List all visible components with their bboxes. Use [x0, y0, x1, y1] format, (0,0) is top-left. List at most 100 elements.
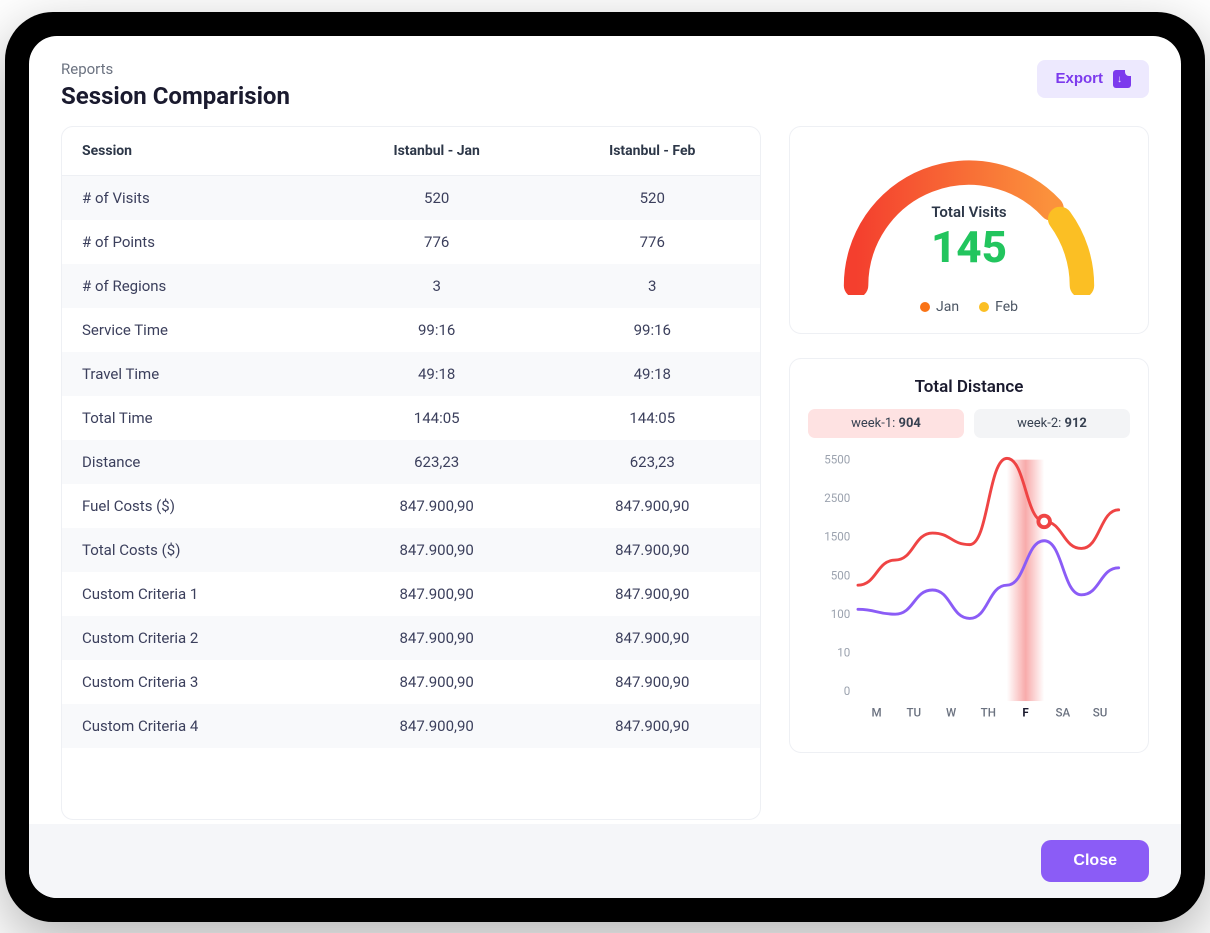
- table-cell: 847.900,90: [545, 484, 760, 528]
- close-button[interactable]: Close: [1041, 840, 1149, 882]
- table-row: Custom Criteria 3847.900,90847.900,90: [62, 660, 760, 704]
- chip-week-2[interactable]: week-2: 912: [974, 409, 1130, 438]
- gauge-legend: Jan Feb: [808, 299, 1130, 315]
- table-row: Custom Criteria 2847.900,90847.900,90: [62, 616, 760, 660]
- legend-jan: Jan: [920, 299, 959, 315]
- distance-title: Total Distance: [808, 377, 1130, 397]
- svg-text:F: F: [1022, 705, 1029, 719]
- table-cell: 623,23: [545, 440, 760, 484]
- export-label: Export: [1055, 70, 1103, 87]
- table-cell: 99:16: [545, 308, 760, 352]
- svg-text:5500: 5500: [824, 452, 850, 466]
- main-grid: Session Istanbul - Jan Istanbul - Feb # …: [61, 126, 1149, 820]
- table-cell: 144:05: [329, 396, 545, 440]
- svg-text:2500: 2500: [824, 491, 850, 505]
- table-cell: Custom Criteria 2: [62, 616, 329, 660]
- col-jan: Istanbul - Jan: [329, 127, 545, 176]
- table-cell: 847.900,90: [329, 484, 545, 528]
- table-row: Total Time144:05144:05: [62, 396, 760, 440]
- legend-dot-feb: [979, 302, 989, 312]
- table-cell: Total Time: [62, 396, 329, 440]
- table-cell: 847.900,90: [329, 704, 545, 748]
- legend-jan-label: Jan: [936, 299, 959, 315]
- table-cell: Service Time: [62, 308, 329, 352]
- table-row: # of Visits520520: [62, 175, 760, 220]
- svg-text:0: 0: [844, 684, 851, 698]
- table-row: # of Points776776: [62, 220, 760, 264]
- table-cell: 847.900,90: [329, 660, 545, 704]
- chip-week-2-label: week-2:: [1017, 416, 1061, 431]
- download-file-icon: [1113, 70, 1131, 88]
- table-cell: 520: [329, 175, 545, 220]
- table-cell: 776: [545, 220, 760, 264]
- legend-dot-jan: [920, 302, 930, 312]
- total-visits-gauge-card: Total Visits 145 Jan Feb: [789, 126, 1149, 334]
- gauge-title: Total Visits: [808, 203, 1130, 221]
- table-cell: 847.900,90: [545, 660, 760, 704]
- svg-text:M: M: [872, 705, 882, 719]
- table-cell: # of Points: [62, 220, 329, 264]
- table-row: Fuel Costs ($)847.900,90847.900,90: [62, 484, 760, 528]
- table-cell: 144:05: [545, 396, 760, 440]
- table-cell: 99:16: [329, 308, 545, 352]
- svg-text:TU: TU: [907, 705, 922, 719]
- content-area: Reports Session Comparision Export Sessi…: [29, 36, 1181, 824]
- table-cell: Custom Criteria 3: [62, 660, 329, 704]
- page-title: Session Comparision: [61, 82, 290, 110]
- col-session: Session: [62, 127, 329, 176]
- svg-text:500: 500: [831, 568, 851, 582]
- table-cell: 3: [329, 264, 545, 308]
- table-row: Total Costs ($)847.900,90847.900,90: [62, 528, 760, 572]
- table-row: Custom Criteria 4847.900,90847.900,90: [62, 704, 760, 748]
- table-cell: 520: [545, 175, 760, 220]
- table-cell: 847.900,90: [329, 572, 545, 616]
- total-distance-card: Total Distance week-1: 904 week-2: 912: [789, 358, 1149, 753]
- table-cell: Distance: [62, 440, 329, 484]
- table-cell: 847.900,90: [545, 616, 760, 660]
- table-cell: Custom Criteria 4: [62, 704, 329, 748]
- svg-text:TH: TH: [981, 705, 996, 719]
- chip-week-2-value: 912: [1065, 416, 1087, 431]
- table-cell: Custom Criteria 1: [62, 572, 329, 616]
- table-row: Custom Criteria 1847.900,90847.900,90: [62, 572, 760, 616]
- right-column: Total Visits 145 Jan Feb Total Distance: [789, 126, 1149, 820]
- table-cell: 49:18: [329, 352, 545, 396]
- screen: Reports Session Comparision Export Sessi…: [29, 36, 1181, 898]
- table-row: Distance623,23623,23: [62, 440, 760, 484]
- legend-feb: Feb: [979, 299, 1018, 315]
- svg-text:1500: 1500: [824, 529, 850, 543]
- table-header-row: Session Istanbul - Jan Istanbul - Feb: [62, 127, 760, 176]
- comparison-table: Session Istanbul - Jan Istanbul - Feb # …: [62, 127, 760, 748]
- distance-line-chart: 010100500150025005500 MTUWTHFSASU: [808, 450, 1130, 730]
- header-titles: Reports Session Comparision: [61, 60, 290, 110]
- table-cell: 847.900,90: [545, 704, 760, 748]
- table-cell: # of Visits: [62, 175, 329, 220]
- table-cell: 847.900,90: [545, 572, 760, 616]
- table-cell: 3: [545, 264, 760, 308]
- table-cell: 847.900,90: [545, 528, 760, 572]
- header: Reports Session Comparision Export: [61, 60, 1149, 110]
- table-cell: # of Regions: [62, 264, 329, 308]
- table-cell: 776: [329, 220, 545, 264]
- table-cell: Total Costs ($): [62, 528, 329, 572]
- breadcrumb: Reports: [61, 60, 290, 78]
- chip-week-1[interactable]: week-1: 904: [808, 409, 964, 438]
- svg-text:SA: SA: [1055, 705, 1070, 719]
- export-button[interactable]: Export: [1037, 60, 1149, 98]
- svg-text:W: W: [946, 705, 956, 719]
- footer: Close: [29, 824, 1181, 898]
- chip-week-1-value: 904: [899, 416, 921, 431]
- table-row: Travel Time49:1849:18: [62, 352, 760, 396]
- table-cell: 847.900,90: [329, 616, 545, 660]
- chip-week-1-label: week-1:: [851, 416, 895, 431]
- comparison-table-card: Session Istanbul - Jan Istanbul - Feb # …: [61, 126, 761, 820]
- svg-text:100: 100: [831, 607, 851, 621]
- tablet-frame: Reports Session Comparision Export Sessi…: [5, 12, 1205, 922]
- legend-feb-label: Feb: [995, 299, 1018, 315]
- table-cell: 623,23: [329, 440, 545, 484]
- table-cell: 847.900,90: [329, 528, 545, 572]
- week-chips: week-1: 904 week-2: 912: [808, 409, 1130, 438]
- table-cell: 49:18: [545, 352, 760, 396]
- table-row: Service Time99:1699:16: [62, 308, 760, 352]
- table-cell: Fuel Costs ($): [62, 484, 329, 528]
